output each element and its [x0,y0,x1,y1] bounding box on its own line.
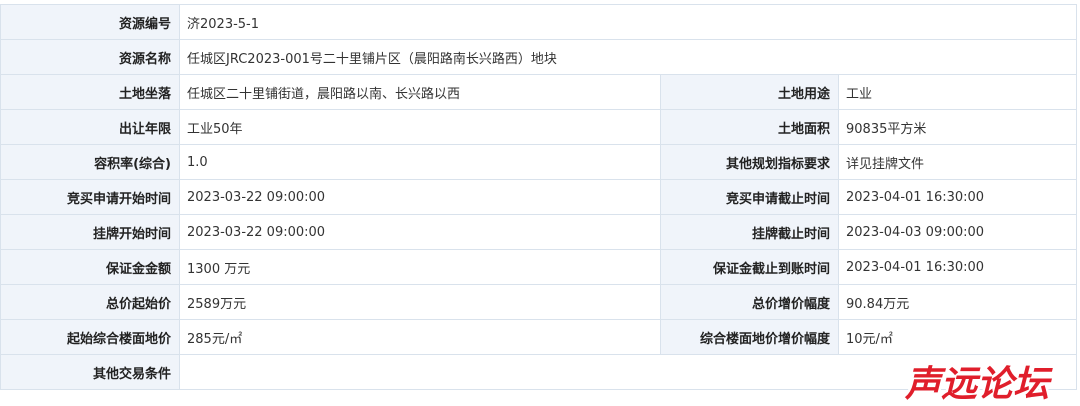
bid-start-value: 2023-03-22 09:00:00 [180,180,661,215]
watermark-text: 声远论坛 [904,364,1053,404]
table-row: 资源名称 任城区JRC2023-001号二十里铺片区（晨阳路南长兴路西）地块 [1,40,1077,75]
list-end-value: 2023-04-03 09:00:00 [839,215,1077,250]
resource-name-value: 任城区JRC2023-001号二十里铺片区（晨阳路南长兴路西）地块 [180,40,1077,75]
land-info-table: 资源编号 济2023-5-1 资源名称 任城区JRC2023-001号二十里铺片… [0,4,1077,390]
deposit-due-value: 2023-04-01 16:30:00 [839,250,1077,285]
floor-price-label: 起始综合楼面地价 [1,320,180,355]
bid-end-label: 竞买申请截止时间 [661,180,839,215]
table-row: 容积率(综合) 1.0 其他规划指标要求 详见挂牌文件 [1,145,1077,180]
land-use-label: 土地用途 [661,75,839,110]
floor-price-value: 285元/㎡ [180,320,661,355]
table-row: 起始综合楼面地价 285元/㎡ 综合楼面地价增价幅度 10元/㎡ [1,320,1077,355]
area-label: 土地面积 [661,110,839,145]
deposit-label: 保证金金额 [1,250,180,285]
table-row: 保证金金额 1300 万元 保证金截止到账时间 2023-04-01 16:30… [1,250,1077,285]
bid-start-label: 竞买申请开始时间 [1,180,180,215]
list-end-label: 挂牌截止时间 [661,215,839,250]
table-row: 资源编号 济2023-5-1 [1,5,1077,40]
location-label: 土地坐落 [1,75,180,110]
increment-label: 总价增价幅度 [661,285,839,320]
term-value: 工业50年 [180,110,661,145]
term-label: 出让年限 [1,110,180,145]
table-row: 竞买申请开始时间 2023-03-22 09:00:00 竞买申请截止时间 20… [1,180,1077,215]
start-price-label: 总价起始价 [1,285,180,320]
table-row: 总价起始价 2589万元 总价增价幅度 90.84万元 [1,285,1077,320]
bid-end-value: 2023-04-01 16:30:00 [839,180,1077,215]
far-value: 1.0 [180,145,661,180]
land-use-value: 工业 [839,75,1077,110]
far-label: 容积率(综合) [1,145,180,180]
floor-increment-value: 10元/㎡ [839,320,1077,355]
table-row: 土地坐落 任城区二十里铺街道，晨阳路以南、长兴路以西 土地用途 工业 [1,75,1077,110]
area-value: 90835平方米 [839,110,1077,145]
deposit-value: 1300 万元 [180,250,661,285]
start-price-value: 2589万元 [180,285,661,320]
resource-no-label: 资源编号 [1,5,180,40]
list-start-value: 2023-03-22 09:00:00 [180,215,661,250]
deposit-due-label: 保证金截止到账时间 [661,250,839,285]
other-plan-label: 其他规划指标要求 [661,145,839,180]
floor-increment-label: 综合楼面地价增价幅度 [661,320,839,355]
increment-value: 90.84万元 [839,285,1077,320]
other-plan-value: 详见挂牌文件 [839,145,1077,180]
list-start-label: 挂牌开始时间 [1,215,180,250]
other-terms-label: 其他交易条件 [1,355,180,390]
table-row: 出让年限 工业50年 土地面积 90835平方米 [1,110,1077,145]
location-value: 任城区二十里铺街道，晨阳路以南、长兴路以西 [180,75,661,110]
resource-name-label: 资源名称 [1,40,180,75]
resource-no-value: 济2023-5-1 [180,5,1077,40]
table-row: 挂牌开始时间 2023-03-22 09:00:00 挂牌截止时间 2023-0… [1,215,1077,250]
forum-watermark-logo: 声远论坛 [901,362,1055,405]
